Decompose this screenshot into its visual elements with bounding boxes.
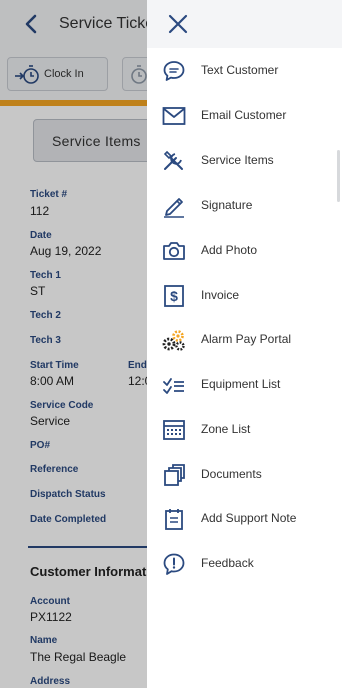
menu-item-email-customer[interactable]: Email Customer	[147, 96, 342, 136]
menu-item-label: Feedback	[201, 556, 254, 570]
menu-item-alarm-pay-portal[interactable]: Alarm Pay Portal	[147, 320, 342, 360]
menu-item-label: Text Customer	[201, 63, 279, 77]
menu-item-label: Signature	[201, 198, 253, 212]
menu-item-feedback[interactable]: Feedback	[147, 544, 342, 584]
drawer-header	[147, 0, 342, 48]
dollar-icon: $	[164, 285, 184, 307]
tools-icon	[163, 150, 183, 170]
menu-item-signature[interactable]: Signature	[147, 186, 342, 226]
menu-item-label: Equipment List	[201, 377, 281, 391]
menu-item-label: Email Customer	[201, 108, 287, 122]
note-icon	[165, 509, 183, 530]
grid-calendar-icon	[163, 420, 185, 440]
menu-item-label: Alarm Pay Portal	[201, 332, 292, 346]
camera-icon	[163, 242, 185, 260]
menu-item-add-photo[interactable]: Add Photo	[147, 231, 342, 271]
menu-item-text-customer[interactable]: Text Customer	[147, 51, 342, 91]
menu-item-equipment-list[interactable]: Equipment List	[147, 365, 342, 405]
menu-item-invoice[interactable]: $ Invoice	[147, 276, 342, 316]
envelope-icon	[162, 107, 186, 125]
menu-item-label: Documents	[201, 467, 262, 481]
menu-item-service-items[interactable]: Service Items	[147, 141, 342, 181]
menu-item-label: Add Photo	[201, 243, 258, 257]
side-menu-drawer: Text Customer Email Customer Service Ite…	[147, 0, 342, 688]
menu-item-label: Add Support Note	[201, 511, 297, 525]
gears-icon	[162, 330, 185, 351]
menu-item-label: Invoice	[201, 288, 240, 302]
menu-item-documents[interactable]: Documents	[147, 455, 342, 495]
close-icon[interactable]	[166, 12, 190, 36]
menu-item-add-support-note[interactable]: Add Support Note	[147, 499, 342, 539]
menu-item-label: Service Items	[201, 153, 274, 167]
chat-bubble-icon	[163, 61, 185, 81]
documents-icon	[164, 464, 185, 486]
feedback-icon	[163, 553, 185, 575]
svg-text:$: $	[170, 288, 178, 304]
menu-item-zone-list[interactable]: Zone List	[147, 410, 342, 450]
menu-item-label: Zone List	[201, 422, 251, 436]
checklist-icon	[163, 378, 184, 394]
pen-icon	[164, 198, 184, 218]
